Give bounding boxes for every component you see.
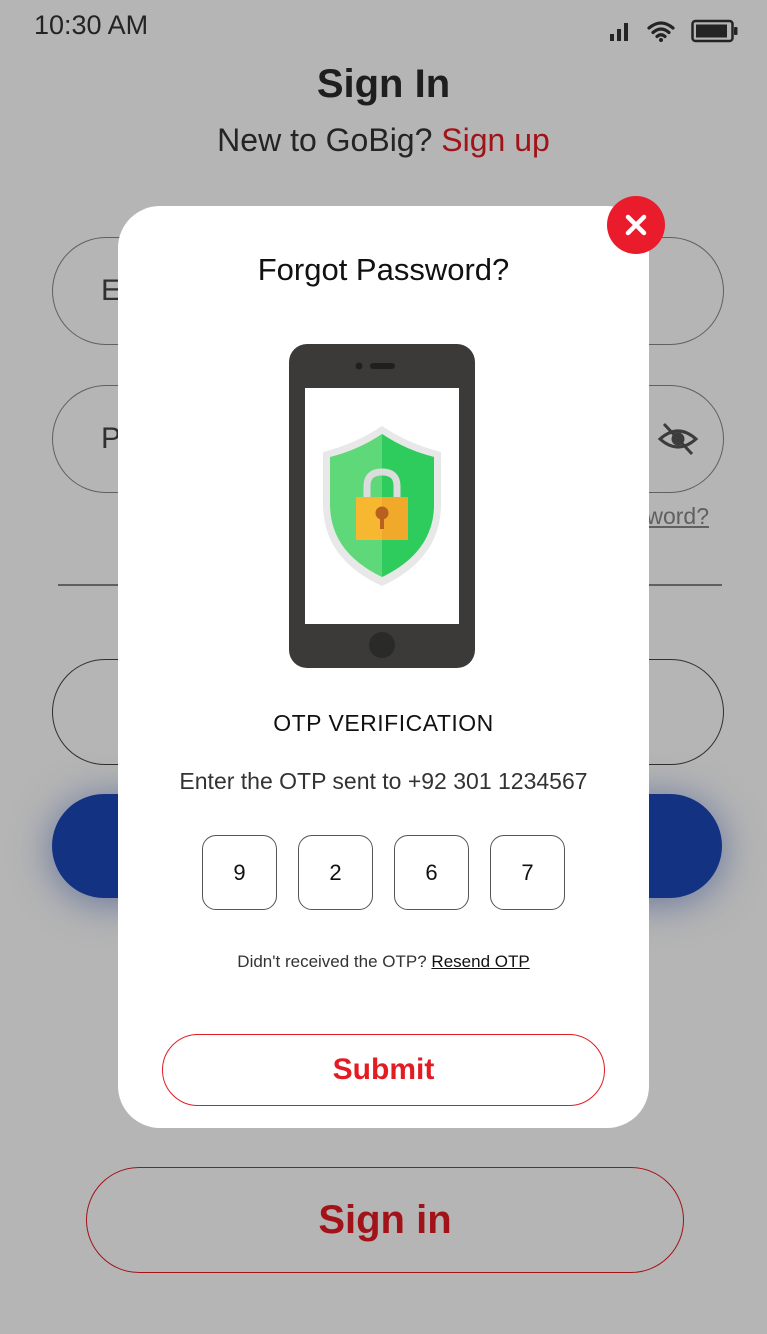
modal-title: Forgot Password? <box>257 252 510 287</box>
phone-shield-lock-icon <box>289 344 475 668</box>
resend-otp-link[interactable]: Resend OTP <box>431 952 529 971</box>
otp-heading: OTP VERIFICATION <box>273 710 494 736</box>
resend-otp-line: Didn't received the OTP? Resend OTP <box>118 952 649 972</box>
otp-digit-1[interactable]: 9 <box>202 835 277 910</box>
otp-digit-3[interactable]: 6 <box>394 835 469 910</box>
submit-button[interactable]: Submit <box>162 1034 605 1106</box>
resend-prompt: Didn't received the OTP? <box>237 952 427 971</box>
otp-digit-4[interactable]: 7 <box>490 835 565 910</box>
otp-digit-2[interactable]: 2 <box>298 835 373 910</box>
sign-in-page: 10:30 AM Sign In New to GoBig? Sign up E… <box>0 0 767 1334</box>
otp-instruction: Enter the OTP sent to +92 301 1234567 <box>179 768 588 794</box>
close-button[interactable] <box>607 196 665 254</box>
close-icon <box>625 214 647 236</box>
forgot-password-modal: Forgot Password? OTP VERIFICATION Enter … <box>118 196 665 1128</box>
otp-input-row: 9 2 6 7 <box>118 835 649 910</box>
